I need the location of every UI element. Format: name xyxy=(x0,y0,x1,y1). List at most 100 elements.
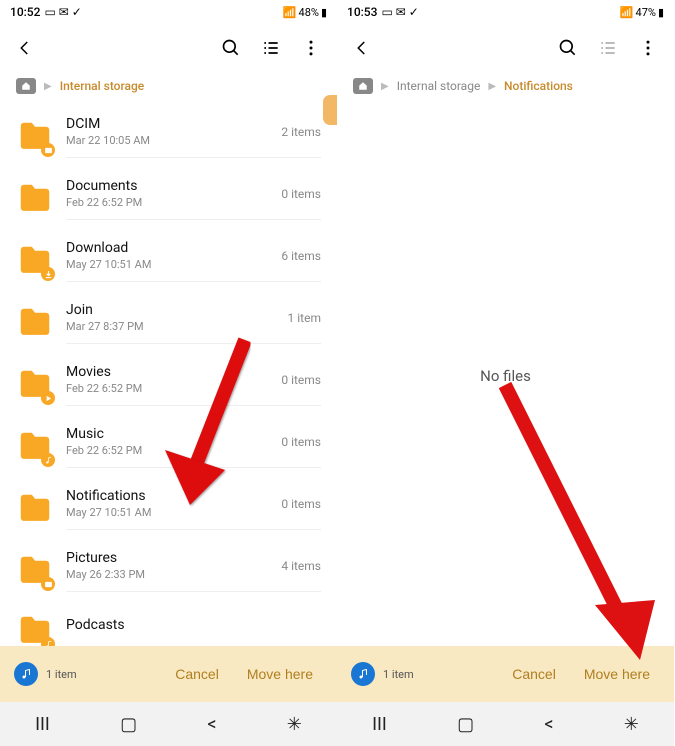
folder-date: May 27 10:51 AM xyxy=(66,506,281,519)
nav-back[interactable]: < xyxy=(207,714,216,735)
more-vert-icon xyxy=(301,38,321,58)
status-bar: 10:53 ▭ ✉ ✓ 📶 47% ▮ xyxy=(337,0,674,24)
selected-file-thumb[interactable] xyxy=(351,662,375,686)
list-item[interactable]: Music Feb 22 6:52 PM 0 items xyxy=(16,416,321,478)
list-item[interactable]: Download May 27 10:51 AM 6 items xyxy=(16,230,321,292)
nav-recents[interactable]: III xyxy=(372,714,387,735)
item-count: 0 items xyxy=(281,373,321,387)
list-item[interactable]: Notifications May 27 10:51 AM 0 items xyxy=(16,478,321,540)
move-here-button[interactable]: Move here xyxy=(574,658,660,690)
nav-home[interactable]: ▢ xyxy=(457,714,474,735)
item-count: 2 items xyxy=(281,125,321,139)
home-icon[interactable] xyxy=(16,78,36,94)
list-item[interactable]: Podcasts xyxy=(16,602,321,646)
battery-text: 48% xyxy=(299,6,319,19)
item-count: 0 items xyxy=(281,497,321,511)
cancel-button[interactable]: Cancel xyxy=(165,658,229,690)
folder-date: Feb 22 6:52 PM xyxy=(66,196,281,209)
move-action-bar: 1 item Cancel Move here xyxy=(0,646,337,702)
status-bar: 10:52 ▭ ✉ ✓ 📶 48% ▮ xyxy=(0,0,337,24)
folder-name: Movies xyxy=(66,364,281,380)
crumb-notifications[interactable]: Notifications xyxy=(504,79,573,93)
back-button[interactable] xyxy=(16,39,34,60)
folder-icon xyxy=(16,552,54,590)
selection-count: 1 item xyxy=(383,668,414,681)
back-button[interactable] xyxy=(353,39,371,60)
list-icon xyxy=(261,38,281,58)
list-item[interactable]: Join Mar 27 8:37 PM 1 item xyxy=(16,292,321,354)
view-list-button xyxy=(598,38,618,61)
folder-icon xyxy=(16,490,54,528)
item-count: 4 items xyxy=(281,559,321,573)
clock: 10:52 xyxy=(10,5,40,19)
folder-icon xyxy=(16,366,54,404)
crumb-internal-storage[interactable]: Internal storage xyxy=(60,79,145,93)
item-count: 1 item xyxy=(288,311,321,325)
battery-text: 47% xyxy=(636,6,656,19)
folder-icon xyxy=(16,180,54,218)
folder-name: Music xyxy=(66,426,281,442)
more-vert-icon xyxy=(638,38,658,58)
folder-name: Notifications xyxy=(66,488,281,504)
nav-accessibility[interactable]: ✳ xyxy=(624,714,639,735)
folder-icon xyxy=(16,242,54,280)
notif-icons: ▭ ✉ ✓ xyxy=(44,5,81,19)
chevron-right-icon: ▶ xyxy=(381,81,389,92)
folder-icon xyxy=(16,304,54,342)
folder-icon xyxy=(16,612,54,646)
more-button[interactable] xyxy=(301,38,321,61)
breadcrumb[interactable]: ▶ Internal storage xyxy=(0,74,337,106)
folder-icon xyxy=(16,428,54,466)
breadcrumb[interactable]: ▶ Internal storage ▶ Notifications xyxy=(337,74,674,106)
folder-date: Feb 22 6:52 PM xyxy=(66,444,281,457)
crumb-internal-storage[interactable]: Internal storage xyxy=(397,79,481,93)
search-button[interactable] xyxy=(558,38,578,61)
nav-accessibility[interactable]: ✳ xyxy=(287,714,302,735)
more-button[interactable] xyxy=(638,38,658,61)
folder-list[interactable]: DCIM Mar 22 10:05 AM 2 items Documents F… xyxy=(0,106,337,646)
folder-name: Join xyxy=(66,302,288,318)
folder-icon xyxy=(16,118,54,156)
folder-name: Download xyxy=(66,240,281,256)
chevron-left-icon xyxy=(16,39,34,57)
folder-date: Feb 22 6:52 PM xyxy=(66,382,281,395)
nav-bar: III ▢ < ✳ xyxy=(337,702,674,746)
nav-back[interactable]: < xyxy=(544,714,553,735)
item-count: 0 items xyxy=(281,187,321,201)
view-list-button[interactable] xyxy=(261,38,281,61)
folder-name: Pictures xyxy=(66,550,281,566)
folder-date: Mar 22 10:05 AM xyxy=(66,134,281,147)
notif-icons: ▭ ✉ ✓ xyxy=(381,5,418,19)
move-here-button[interactable]: Move here xyxy=(237,658,323,690)
chevron-right-icon: ▶ xyxy=(488,81,496,92)
folder-date: May 26 2:33 PM xyxy=(66,568,281,581)
signal-icons: 📶 xyxy=(620,6,634,19)
empty-state: No files xyxy=(337,106,674,646)
chevron-left-icon xyxy=(353,39,371,57)
search-icon xyxy=(558,38,578,58)
folder-date: Mar 27 8:37 PM xyxy=(66,320,288,333)
item-count: 6 items xyxy=(281,249,321,263)
search-icon xyxy=(221,38,241,58)
list-item[interactable]: DCIM Mar 22 10:05 AM 2 items xyxy=(16,106,321,168)
nav-home[interactable]: ▢ xyxy=(120,714,137,735)
nav-bar: III ▢ < ✳ xyxy=(0,702,337,746)
list-item[interactable]: Pictures May 26 2:33 PM 4 items xyxy=(16,540,321,602)
music-note-icon xyxy=(357,668,369,680)
nav-recents[interactable]: III xyxy=(35,714,50,735)
list-item[interactable]: Documents Feb 22 6:52 PM 0 items xyxy=(16,168,321,230)
folder-name: DCIM xyxy=(66,116,281,132)
search-button[interactable] xyxy=(221,38,241,61)
clock: 10:53 xyxy=(347,5,377,19)
folder-date: May 27 10:51 AM xyxy=(66,258,281,271)
scroll-handle[interactable] xyxy=(323,95,337,125)
selection-count: 1 item xyxy=(46,668,77,681)
list-item[interactable]: Movies Feb 22 6:52 PM 0 items xyxy=(16,354,321,416)
move-action-bar: 1 item Cancel Move here xyxy=(337,646,674,702)
selected-file-thumb[interactable] xyxy=(14,662,38,686)
home-icon[interactable] xyxy=(353,78,373,94)
chevron-right-icon: ▶ xyxy=(44,81,52,92)
battery-icon: ▮ xyxy=(321,6,327,19)
folder-name: Podcasts xyxy=(66,617,321,633)
cancel-button[interactable]: Cancel xyxy=(502,658,566,690)
